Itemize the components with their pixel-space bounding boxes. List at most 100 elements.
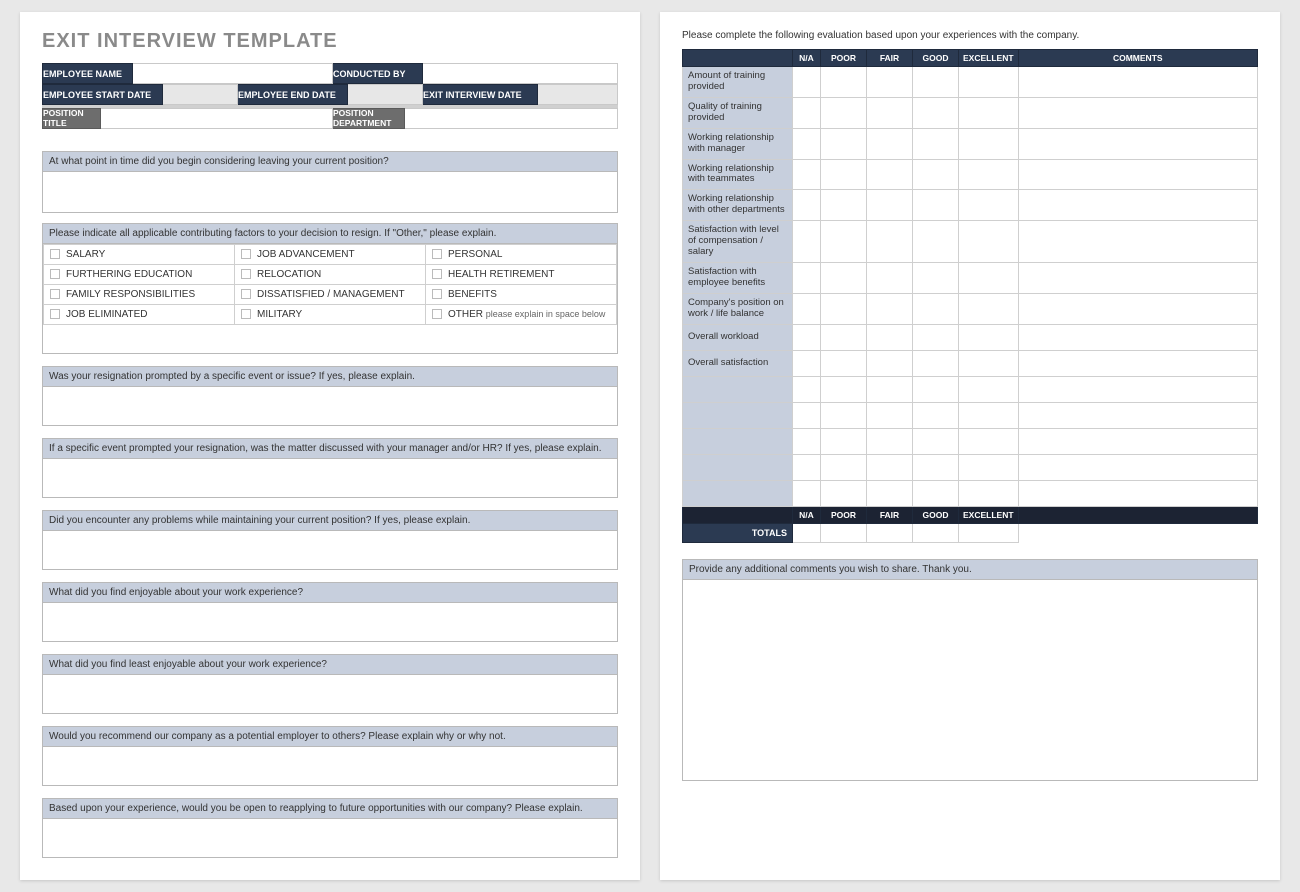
rating-comment[interactable]: [1018, 221, 1257, 263]
rating-cell[interactable]: [793, 293, 821, 324]
rating-cell[interactable]: [867, 159, 913, 190]
rating-row-blank[interactable]: [683, 376, 793, 402]
rating-total-good[interactable]: [913, 523, 959, 542]
rating-comment[interactable]: [1018, 190, 1257, 221]
rating-row-blank[interactable]: [683, 480, 793, 506]
factor-job-advancement[interactable]: JOB ADVANCEMENT: [235, 245, 426, 265]
rating-comment[interactable]: [1018, 324, 1257, 350]
rating-cell[interactable]: [913, 350, 959, 376]
rating-comment[interactable]: [1018, 454, 1257, 480]
rating-cell[interactable]: [913, 221, 959, 263]
rating-cell[interactable]: [867, 293, 913, 324]
rating-comment[interactable]: [1018, 67, 1257, 98]
rating-comment[interactable]: [1018, 402, 1257, 428]
field-position-title[interactable]: [101, 109, 333, 129]
rating-comment[interactable]: [1018, 350, 1257, 376]
rating-cell[interactable]: [913, 402, 959, 428]
rating-cell[interactable]: [867, 454, 913, 480]
rating-cell[interactable]: [793, 376, 821, 402]
rating-cell[interactable]: [821, 159, 867, 190]
rating-cell[interactable]: [793, 454, 821, 480]
rating-cell[interactable]: [821, 190, 867, 221]
rating-cell[interactable]: [913, 190, 959, 221]
question-6-answer[interactable]: [43, 603, 617, 641]
rating-cell[interactable]: [959, 376, 1019, 402]
question-3-answer[interactable]: [43, 387, 617, 425]
rating-cell[interactable]: [867, 324, 913, 350]
rating-cell[interactable]: [821, 376, 867, 402]
rating-cell[interactable]: [913, 67, 959, 98]
question-9-answer[interactable]: [43, 819, 617, 857]
rating-row-blank[interactable]: [683, 454, 793, 480]
factor-job-eliminated[interactable]: JOB ELIMINATED: [44, 305, 235, 325]
rating-cell[interactable]: [913, 480, 959, 506]
rating-cell[interactable]: [867, 402, 913, 428]
rating-cell[interactable]: [867, 350, 913, 376]
rating-cell[interactable]: [793, 128, 821, 159]
rating-cell[interactable]: [913, 324, 959, 350]
rating-cell[interactable]: [793, 262, 821, 293]
rating-cell[interactable]: [821, 67, 867, 98]
rating-cell[interactable]: [913, 262, 959, 293]
rating-cell[interactable]: [913, 293, 959, 324]
rating-cell[interactable]: [959, 350, 1019, 376]
rating-total-fair[interactable]: [867, 523, 913, 542]
rating-row-blank[interactable]: [683, 402, 793, 428]
rating-cell[interactable]: [867, 428, 913, 454]
additional-comments-field[interactable]: [683, 580, 1257, 780]
rating-cell[interactable]: [821, 324, 867, 350]
rating-cell[interactable]: [821, 221, 867, 263]
field-end-date[interactable]: [348, 85, 423, 105]
rating-cell[interactable]: [867, 67, 913, 98]
rating-cell[interactable]: [959, 128, 1019, 159]
rating-cell[interactable]: [959, 262, 1019, 293]
rating-cell[interactable]: [821, 402, 867, 428]
rating-cell[interactable]: [959, 190, 1019, 221]
rating-cell[interactable]: [821, 480, 867, 506]
rating-cell[interactable]: [821, 428, 867, 454]
rating-comment[interactable]: [1018, 480, 1257, 506]
rating-cell[interactable]: [793, 221, 821, 263]
rating-comment[interactable]: [1018, 376, 1257, 402]
rating-cell[interactable]: [793, 480, 821, 506]
rating-cell[interactable]: [793, 402, 821, 428]
rating-cell[interactable]: [821, 293, 867, 324]
field-position-department[interactable]: [405, 109, 618, 129]
factor-salary[interactable]: SALARY: [44, 245, 235, 265]
rating-cell[interactable]: [793, 428, 821, 454]
rating-cell[interactable]: [793, 159, 821, 190]
rating-cell[interactable]: [821, 97, 867, 128]
rating-cell[interactable]: [793, 350, 821, 376]
rating-cell[interactable]: [913, 159, 959, 190]
question-8-answer[interactable]: [43, 747, 617, 785]
factor-health-retirement[interactable]: HEALTH RETIREMENT: [426, 265, 617, 285]
rating-cell[interactable]: [793, 324, 821, 350]
factor-other[interactable]: OTHER please explain in space below: [426, 305, 617, 325]
rating-comment[interactable]: [1018, 97, 1257, 128]
rating-cell[interactable]: [867, 221, 913, 263]
rating-cell[interactable]: [867, 376, 913, 402]
rating-comment[interactable]: [1018, 293, 1257, 324]
field-conducted-by[interactable]: [423, 64, 618, 84]
rating-cell[interactable]: [959, 324, 1019, 350]
factor-family-responsibilities[interactable]: FAMILY RESPONSIBILITIES: [44, 285, 235, 305]
rating-cell[interactable]: [821, 350, 867, 376]
field-interview-date[interactable]: [538, 85, 618, 105]
rating-cell[interactable]: [913, 376, 959, 402]
rating-cell[interactable]: [959, 221, 1019, 263]
rating-cell[interactable]: [959, 97, 1019, 128]
factor-personal[interactable]: PERSONAL: [426, 245, 617, 265]
question-5-answer[interactable]: [43, 531, 617, 569]
question-1-answer[interactable]: [43, 172, 617, 212]
rating-cell[interactable]: [821, 454, 867, 480]
question-7-answer[interactable]: [43, 675, 617, 713]
rating-comment[interactable]: [1018, 128, 1257, 159]
rating-cell[interactable]: [821, 262, 867, 293]
rating-cell[interactable]: [959, 159, 1019, 190]
rating-cell[interactable]: [867, 128, 913, 159]
rating-cell[interactable]: [913, 428, 959, 454]
rating-comment[interactable]: [1018, 262, 1257, 293]
rating-cell[interactable]: [793, 67, 821, 98]
factor-furthering-education[interactable]: FURTHERING EDUCATION: [44, 265, 235, 285]
rating-cell[interactable]: [959, 454, 1019, 480]
